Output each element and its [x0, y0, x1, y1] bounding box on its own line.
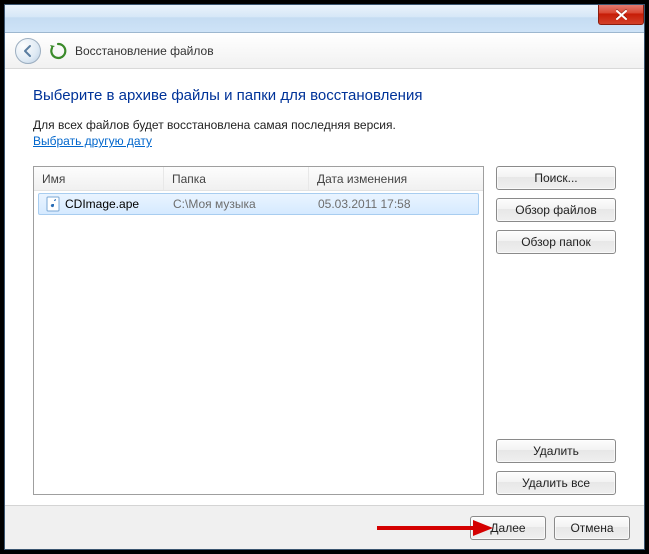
col-header-name[interactable]: Имя — [34, 167, 164, 190]
close-icon — [616, 10, 627, 20]
browse-folders-button[interactable]: Обзор папок — [496, 230, 616, 254]
choose-date-link[interactable]: Выбрать другую дату — [33, 134, 616, 148]
file-name: CDImage.ape — [65, 197, 139, 211]
page-heading: Выберите в архиве файлы и папки для восс… — [33, 87, 616, 104]
delete-button[interactable]: Удалить — [496, 439, 616, 463]
search-button[interactable]: Поиск... — [496, 166, 616, 190]
description-text: Для всех файлов будет восстановлена сама… — [33, 118, 616, 132]
delete-all-button[interactable]: Удалить все — [496, 471, 616, 495]
nav-row: Восстановление файлов — [5, 33, 644, 69]
back-button[interactable] — [15, 38, 41, 64]
audio-file-icon — [45, 196, 61, 212]
back-arrow-icon — [21, 44, 35, 58]
close-button[interactable] — [598, 5, 644, 25]
footer: Далее Отмена — [5, 505, 644, 549]
list-header: Имя Папка Дата изменения — [34, 167, 483, 191]
col-header-date[interactable]: Дата изменения — [309, 167, 483, 190]
browse-files-button[interactable]: Обзор файлов — [496, 198, 616, 222]
file-list: Имя Папка Дата изменения CDImage.ape C:\… — [33, 166, 484, 495]
nav-title: Восстановление файлов — [75, 44, 214, 58]
file-folder: C:\Моя музыка — [167, 197, 312, 211]
restore-icon — [49, 42, 67, 60]
body: Выберите в архиве файлы и папки для восс… — [5, 69, 644, 505]
cancel-button[interactable]: Отмена — [554, 516, 630, 540]
col-header-folder[interactable]: Папка — [164, 167, 309, 190]
file-row[interactable]: CDImage.ape C:\Моя музыка 05.03.2011 17:… — [38, 193, 479, 215]
file-date: 05.03.2011 17:58 — [312, 197, 478, 211]
side-buttons: Поиск... Обзор файлов Обзор папок Удалит… — [496, 166, 616, 495]
dialog-window: Восстановление файлов Выберите в архиве … — [4, 4, 645, 550]
next-button[interactable]: Далее — [470, 516, 546, 540]
titlebar — [5, 5, 644, 33]
